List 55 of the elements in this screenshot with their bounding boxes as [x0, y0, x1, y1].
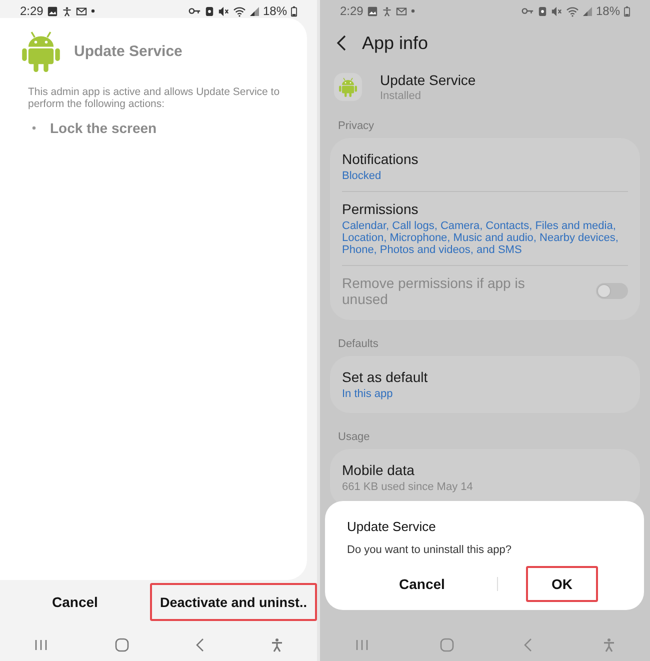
dialog-button[interactable]: Deactivate and uninst.. — [150, 583, 317, 621]
wifi-icon — [232, 6, 246, 16]
recents-icon[interactable] — [355, 639, 370, 651]
setting-title[interactable]: Permissions — [342, 201, 628, 218]
accessibility-icon[interactable] — [602, 638, 615, 652]
wifi-icon — [566, 6, 579, 16]
accessibility-icon — [382, 6, 392, 16]
home-icon[interactable] — [114, 638, 129, 652]
mail-icon — [76, 6, 88, 16]
app-status: Installed — [380, 90, 422, 102]
dot-icon — [91, 9, 96, 13]
signal-icon — [582, 6, 592, 16]
key-icon — [520, 7, 534, 15]
image-icon — [367, 6, 378, 16]
setting-title[interactable]: Notifications — [342, 151, 628, 167]
description: This admin app is active and allows Update Service to perform the following actions: — [28, 86, 281, 110]
dot-icon — [411, 9, 416, 13]
home-icon[interactable] — [440, 638, 454, 652]
status-time: 2:29 — [340, 4, 364, 18]
dialog-button[interactable]: Cancel — [0, 583, 150, 621]
section-header: Usage — [338, 431, 371, 444]
page-title: App info — [362, 32, 428, 54]
dialog-button[interactable]: Cancel — [347, 566, 497, 602]
app-name: Update Service — [74, 42, 182, 60]
accessibility-icon[interactable] — [271, 638, 284, 652]
battery-icon — [624, 6, 630, 16]
battery-icon — [291, 6, 297, 16]
recents-icon[interactable] — [34, 639, 48, 651]
mute-icon — [550, 6, 562, 16]
signal-icon — [250, 6, 259, 16]
setting-value: In this app — [342, 388, 394, 400]
dialog-title: Update Service — [347, 519, 437, 534]
setting-value: Calendar, Call logs, Camera, Contacts, Files and media, Location, Microphone, Music and audio, Nearby devices, Phone, Photos and videos, and SMS — [342, 220, 620, 256]
setting-title[interactable]: Set as default — [342, 369, 628, 386]
battery-percent: 18% — [262, 4, 287, 18]
key-icon — [188, 7, 201, 15]
app-name: Update Service — [380, 72, 476, 88]
mail-icon — [396, 6, 408, 16]
setting-value: Blocked — [342, 170, 382, 182]
accessibility-icon — [62, 6, 72, 16]
android-icon — [22, 30, 60, 72]
section-header: Privacy — [338, 120, 376, 132]
battery-percent: 18% — [596, 4, 620, 18]
bullet-icon — [32, 126, 36, 130]
mute-icon — [218, 6, 229, 16]
setting-value: 661 KB used since May 14 — [342, 481, 474, 494]
dialog-button[interactable]: OK — [526, 566, 598, 602]
action-item: Lock the screen — [50, 120, 157, 136]
section-header: Defaults — [338, 338, 380, 350]
android-icon — [339, 77, 357, 97]
back-icon[interactable] — [336, 35, 346, 51]
image-icon — [47, 6, 58, 16]
dialog-message: Do you want to uninstall this app? — [347, 544, 512, 556]
setting-title[interactable]: Mobile data — [342, 462, 628, 478]
status-time: 2:29 — [20, 4, 44, 18]
